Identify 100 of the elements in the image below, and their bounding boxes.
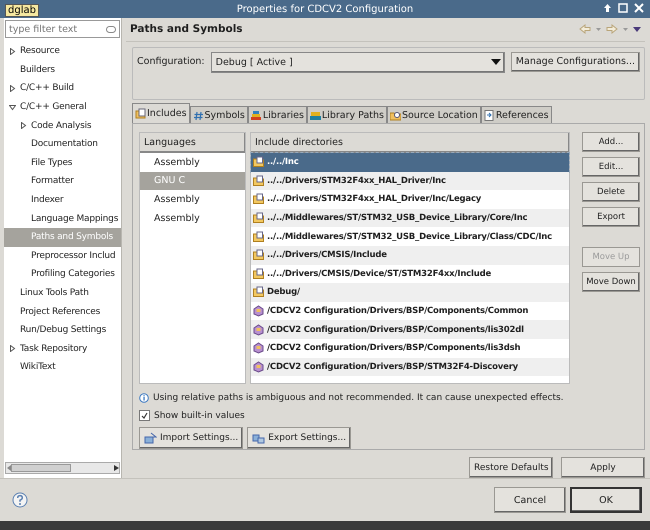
tab[interactable]: Symbols <box>190 106 248 123</box>
tab[interactable]: Includes <box>132 103 190 123</box>
info-message: Using relative paths is ambiguous and not recommended. It can cause unexpected effects. <box>153 393 564 403</box>
list-action-button[interactable]: Export <box>582 207 640 227</box>
folder-icon <box>253 286 264 298</box>
tab[interactable]: References <box>480 106 552 123</box>
project-icon <box>253 305 264 318</box>
list-action-button[interactable]: Delete <box>582 182 640 202</box>
tree-item[interactable]: Task Repository <box>4 340 121 358</box>
project-icon <box>253 324 264 336</box>
collapsed-arrow-icon <box>8 48 16 55</box>
column-header[interactable]: Include directories <box>251 133 569 153</box>
tree-item[interactable]: WikiText <box>4 358 121 377</box>
help-icon[interactable] <box>12 492 28 508</box>
dialog-button[interactable]: Cancel <box>494 487 566 513</box>
folder-icon <box>253 193 264 206</box>
folder-icon <box>253 268 264 280</box>
view-menu-icon[interactable] <box>633 26 641 32</box>
tree-item[interactable]: Code Analysis <box>4 116 121 135</box>
include-path-row[interactable]: ../../Drivers/STM32F4xx_HAL_Driver/Inc <box>251 172 569 190</box>
filter-field[interactable]: type filter text <box>5 20 120 38</box>
includes-icon <box>135 108 146 119</box>
tab[interactable]: Libraries <box>248 106 307 123</box>
filter-input[interactable]: type filter text <box>9 24 106 34</box>
tree-item[interactable]: Indexer <box>4 190 121 210</box>
tree-item[interactable]: C/C++ Build <box>4 79 121 98</box>
include-path-row[interactable]: /CDCV2 Configuration/Drivers/BSP/Components/lis302dl <box>251 320 569 339</box>
folder-icon <box>253 212 264 224</box>
list-action-button[interactable]: Edit... <box>582 157 640 177</box>
tree-item[interactable]: Builders <box>4 60 121 80</box>
tree-item[interactable]: Project References <box>4 302 121 321</box>
folder-icon <box>253 230 264 243</box>
import-icon <box>144 432 157 444</box>
include-path-row[interactable]: Debug/ <box>251 283 569 302</box>
language-item[interactable]: Assembly <box>140 153 245 172</box>
tree-item[interactable]: Run/Debug Settings <box>4 320 121 340</box>
scroll-right-arrow-icon[interactable] <box>114 465 119 471</box>
page-button[interactable]: Apply <box>561 457 645 478</box>
tree-item[interactable]: C/C++ General <box>4 98 121 116</box>
tree-item[interactable]: Profiling Categories <box>4 265 121 284</box>
settings-button[interactable]: Export Settings... <box>247 427 352 449</box>
references-icon <box>484 110 495 120</box>
collapsed-arrow-icon <box>20 122 26 130</box>
maximize-icon[interactable] <box>618 3 628 13</box>
folder-icon <box>253 156 264 168</box>
list-action-button[interactable]: Add... <box>582 132 640 152</box>
settings-button[interactable]: Import Settings... <box>139 427 244 449</box>
tree-item[interactable]: Linux Tools Path <box>4 284 121 302</box>
tab[interactable]: Library Paths <box>306 106 387 123</box>
pin-icon[interactable] <box>603 3 612 13</box>
dropdown-icon[interactable] <box>623 28 628 31</box>
checkbox[interactable] <box>139 410 150 421</box>
collapsed-arrow-icon <box>8 345 16 352</box>
export-icon <box>252 432 266 444</box>
tooltip: dglab <box>5 4 39 17</box>
scroll-left-arrow-icon[interactable] <box>6 465 11 471</box>
page-title: Paths and Symbols <box>130 23 243 36</box>
info-icon <box>139 393 149 403</box>
folder-icon <box>253 249 264 262</box>
include-path-row[interactable]: /CDCV2 Configuration/Drivers/BSP/STM32F4-Discovery <box>251 358 569 376</box>
configuration-dropdown[interactable]: Debug [ Active ] <box>210 52 505 73</box>
project-icon <box>253 342 264 354</box>
scrollbar-thumb[interactable] <box>11 464 71 472</box>
include-path-row[interactable]: ../../Drivers/CMSIS/Include <box>251 246 569 265</box>
include-path-row[interactable]: /CDCV2 Configuration/Drivers/BSP/Components/Common <box>251 302 569 320</box>
source-icon <box>390 110 401 120</box>
clear-icon <box>106 26 116 32</box>
tree-item[interactable]: Documentation <box>4 134 121 154</box>
libraries-icon <box>250 110 262 120</box>
collapsed-arrow-icon <box>8 84 16 92</box>
tree-item[interactable]: Formatter <box>4 172 121 191</box>
tree-item[interactable]: Preprocessor Includ <box>4 246 121 266</box>
forward-arrow-icon[interactable] <box>606 24 618 34</box>
close-icon[interactable] <box>634 3 644 13</box>
column-header[interactable]: Languages <box>140 133 245 153</box>
tree-item[interactable]: Language Mappings <box>4 209 121 228</box>
window-title: Properties for CDCV2 Configuration <box>236 4 414 14</box>
dropdown-icon[interactable] <box>596 28 601 31</box>
tree-item[interactable]: File Types <box>4 154 121 172</box>
manage-configurations-button[interactable]: Manage Configurations... <box>510 52 640 72</box>
include-path-row[interactable]: ../../Middlewares/ST/STM32_USB_Device_Library/Class/CDC/Inc <box>251 227 569 246</box>
dialog-button[interactable]: OK <box>570 487 642 513</box>
include-path-row[interactable]: ../../Drivers/CMSIS/Device/ST/STM32F4xx/Include <box>251 264 569 284</box>
include-path-row[interactable]: ../../Middlewares/ST/STM32_USB_Device_Library/Core/Inc <box>251 208 569 228</box>
list-action-button[interactable]: Move Down <box>582 272 640 292</box>
tree-item[interactable]: Resource <box>4 42 121 61</box>
horizontal-scrollbar[interactable] <box>5 462 120 474</box>
language-item[interactable]: Assembly <box>140 208 245 228</box>
folder-icon <box>253 174 264 187</box>
project-icon <box>253 360 264 373</box>
back-arrow-icon[interactable] <box>579 24 591 34</box>
tab[interactable]: Source Location <box>386 106 481 123</box>
language-item[interactable]: Assembly <box>140 190 245 209</box>
expanded-arrow-icon <box>8 104 16 111</box>
include-path-row[interactable]: ../../Drivers/STM32F4xx_HAL_Driver/Inc/Legacy <box>251 190 569 209</box>
include-path-row[interactable]: ../../Inc <box>251 153 569 172</box>
page-button[interactable]: Restore Defaults <box>469 457 553 478</box>
include-path-row[interactable]: /CDCV2 Configuration/Drivers/BSP/Components/lis3dsh <box>251 338 569 358</box>
configuration-label: Configuration: <box>137 56 205 67</box>
checkbox-label: Show built-in values <box>154 410 245 420</box>
